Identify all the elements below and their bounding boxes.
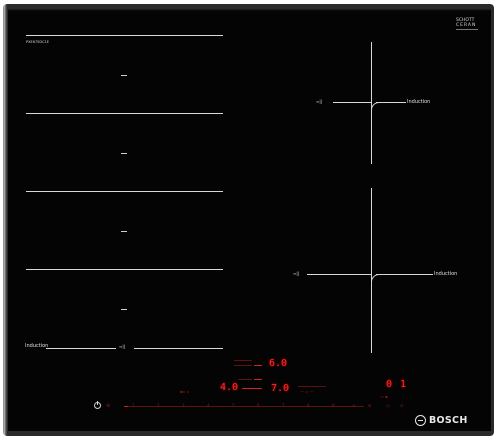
model-code: PXE675DC1E <box>26 40 49 44</box>
left-flex-logo: ≈|| <box>119 344 126 349</box>
right-lower-induction-label: Induction <box>434 271 458 277</box>
scale-number-2[interactable]: 2 <box>157 403 160 408</box>
slider-fill <box>124 406 128 407</box>
left-bottom-line-b <box>134 348 223 349</box>
display-bar-mid-1 <box>238 379 252 380</box>
right-lower-horizontal-right <box>376 274 433 275</box>
right-upper-induction-label: Induction <box>407 99 431 105</box>
zone-center-mark-4 <box>121 309 127 310</box>
cooktop-glass: PXE675DC1E SCHOTT CERAN Induction ≈|| ≈|… <box>8 8 491 431</box>
scale-number-8[interactable]: 8 <box>307 403 310 408</box>
right-upper-vertical <box>371 42 372 164</box>
display-bar-top-1 <box>234 360 252 361</box>
brand-name: BOSCH <box>429 415 468 426</box>
display-bar-top-3 <box>254 365 262 366</box>
slider-track[interactable] <box>124 406 364 407</box>
power-level-mid-right[interactable]: 7.0 <box>271 384 289 394</box>
timer-display[interactable]: 0 1 <box>386 380 407 390</box>
timer-icon[interactable]: ◷ <box>386 403 390 408</box>
right-lower-vertical <box>371 188 372 353</box>
left-zone-line-1 <box>26 35 223 36</box>
display-bar-mid-3 <box>242 388 262 389</box>
zone-center-mark-1 <box>121 75 127 76</box>
right-upper-horizontal-left <box>333 102 371 103</box>
scale-number-3[interactable]: 3 <box>182 403 185 408</box>
power-level-mid[interactable]: 4.0 <box>220 383 238 393</box>
display-small-left: ▪▫ ▫ <box>180 389 190 394</box>
display-bar-top-2 <box>234 365 252 366</box>
scale-number-5[interactable]: 5 <box>232 403 235 408</box>
left-zone-line-4 <box>26 269 223 270</box>
display-bar-mid-2 <box>254 379 262 380</box>
right-upper-curve <box>371 102 380 111</box>
scale-number-1[interactable]: 1 <box>132 403 135 408</box>
scale-number-7[interactable]: 7 <box>282 403 285 408</box>
display-bar-mid-4 <box>298 386 326 387</box>
left-zone-line-3 <box>26 191 223 192</box>
bosch-logo-icon <box>415 415 426 426</box>
settings-icon[interactable]: ⊡ <box>400 403 403 408</box>
glass-brand-line3 <box>456 29 478 30</box>
left-zone-line-2 <box>26 113 223 114</box>
scale-number-4[interactable]: 4 <box>207 403 210 408</box>
right-upper-horizontal-right <box>376 102 406 103</box>
power-icon[interactable] <box>94 401 101 409</box>
scale-number-6[interactable]: 6 <box>257 403 260 408</box>
right-lower-curve <box>371 274 380 283</box>
zone-center-mark-3 <box>121 231 127 232</box>
left-induction-label: Induction <box>25 343 49 349</box>
right-lower-flex-logo: ≈|| <box>293 271 300 276</box>
right-lower-horizontal-left <box>307 274 371 275</box>
power-level-top[interactable]: 6.0 <box>269 359 287 369</box>
scale-number-9[interactable]: 9 <box>332 403 335 408</box>
flex-icon[interactable]: ⊲ <box>352 403 355 408</box>
display-small-right: — ▫ — <box>300 389 314 394</box>
childlock-icon[interactable]: ⊕ <box>106 404 110 409</box>
right-upper-flex-logo: ≈|| <box>316 99 323 104</box>
left-bottom-line-a <box>46 348 116 349</box>
zone-center-mark-2 <box>121 153 127 154</box>
boost-icon[interactable]: ⊞ <box>368 403 371 408</box>
timer-indicator: ▭ ▪ <box>380 394 388 399</box>
